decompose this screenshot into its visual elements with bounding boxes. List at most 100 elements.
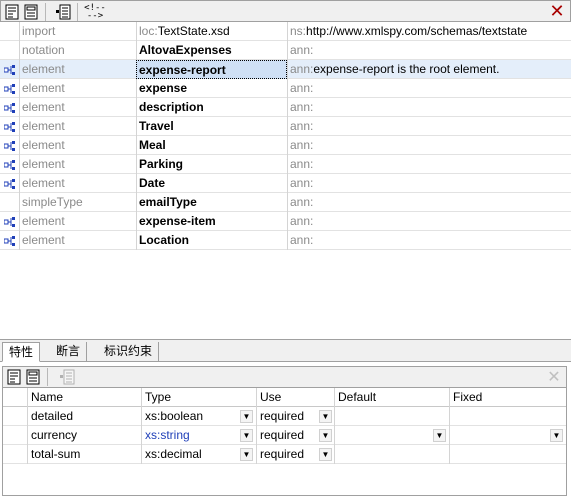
component-name-cell[interactable]: description — [136, 98, 287, 117]
dropdown-arrow-icon[interactable]: ▼ — [433, 429, 446, 442]
grid-row[interactable]: element expense-item ann: — [0, 212, 571, 231]
component-name: expense-report — [139, 63, 226, 77]
dropdown-arrow-icon[interactable]: ▼ — [550, 429, 563, 442]
element-icon — [0, 231, 19, 250]
close-icon[interactable]: ✕ — [548, 2, 566, 22]
attribute-name-cell[interactable]: detailed — [27, 407, 141, 426]
grid-row[interactable]: element expense ann: — [0, 79, 571, 98]
attribute-type-cell[interactable]: xs:string ▼ — [141, 426, 256, 445]
annotation-cell[interactable]: ann: — [287, 193, 571, 212]
column-header[interactable]: Fixed — [449, 388, 568, 407]
dropdown-arrow-icon[interactable]: ▼ — [240, 410, 253, 423]
annotation-value: http://www.xmlspy.com/schemas/textstate — [306, 24, 528, 38]
grid-row[interactable]: element description ann: — [0, 98, 571, 117]
component-name-cell[interactable]: Travel — [136, 117, 287, 136]
attribute-name-cell[interactable]: currency — [27, 426, 141, 445]
row-marker — [3, 407, 27, 426]
annotation-cell[interactable]: ann: — [287, 41, 571, 60]
dropdown-arrow-icon[interactable]: ▼ — [240, 429, 253, 442]
component-name-cell[interactable]: loc:TextState.xsd — [136, 22, 287, 41]
attribute-row[interactable]: total-sum xs:decimal ▼ required ▼ — [3, 445, 566, 464]
element-icon — [0, 79, 19, 98]
grid-row[interactable]: simpleType emailType ann: — [0, 193, 571, 212]
annotation-cell[interactable]: ann: — [287, 136, 571, 155]
grid-row[interactable]: import loc:TextState.xsd ns:http://www.xml… — [0, 22, 571, 41]
element-icon — [0, 117, 19, 136]
dropdown-arrow-icon[interactable]: ▼ — [319, 429, 332, 442]
grid-row[interactable]: element Date ann: — [0, 174, 571, 193]
dropdown-arrow-icon[interactable]: ▼ — [319, 410, 332, 423]
tab-1[interactable]: 断言 — [50, 342, 88, 362]
component-kind: element — [19, 174, 136, 193]
attribute-use-cell[interactable]: required ▼ — [256, 445, 334, 464]
component-name-cell[interactable]: expense-item — [136, 212, 287, 231]
attribute-default-cell[interactable]: ▼ — [334, 426, 449, 445]
grid-row[interactable]: notation AltovaExpenses ann: — [0, 41, 571, 60]
attribute-row[interactable]: detailed xs:boolean ▼ required ▼ — [3, 407, 566, 426]
attribute-fixed-cell[interactable] — [449, 445, 568, 464]
dropdown-arrow-icon[interactable]: ▼ — [319, 448, 332, 461]
attribute-row[interactable]: currency xs:string ▼ required ▼ ▼ ▼ — [3, 426, 566, 445]
annotation-cell[interactable]: ns:http://www.xmlspy.com/schemas/textsta… — [287, 22, 571, 41]
comment-icon[interactable]: <!-- --> — [84, 3, 106, 21]
grid-row[interactable]: element Travel ann: — [0, 117, 571, 136]
grid-row[interactable]: element expense-report ann:expense-report … — [0, 60, 571, 79]
attribute-fixed-cell[interactable] — [449, 407, 568, 426]
annotation-prefix: ns: — [290, 24, 307, 38]
annotation-cell[interactable]: ann: — [287, 98, 571, 117]
annotation-cell[interactable]: ann: — [287, 79, 571, 98]
attribute-fixed-cell[interactable]: ▼ — [449, 426, 568, 445]
attribute-default-cell[interactable] — [334, 407, 449, 426]
tab-2[interactable]: 标识约束 — [98, 342, 160, 362]
row-icon-cell — [0, 193, 19, 212]
column-header[interactable]: Use — [256, 388, 334, 407]
insert-attribute-icon[interactable] — [24, 368, 42, 386]
append-attribute-icon[interactable] — [5, 368, 23, 386]
row-icon-cell — [0, 41, 19, 60]
annotation-cell[interactable]: ann: — [287, 212, 571, 231]
attribute-name: currency — [31, 428, 78, 442]
attribute-use-cell[interactable]: required ▼ — [256, 407, 334, 426]
element-icon — [0, 60, 19, 79]
annotation-cell[interactable]: ann: — [287, 117, 571, 136]
append-row-icon[interactable] — [3, 3, 21, 21]
attribute-type: xs:decimal — [145, 447, 202, 461]
grid-row[interactable]: element Parking ann: — [0, 155, 571, 174]
component-name-cell[interactable]: Parking — [136, 155, 287, 174]
column-header[interactable]: Default — [334, 388, 449, 407]
add-child-attribute-icon[interactable] — [58, 368, 76, 386]
annotation-cell[interactable]: ann:expense-report is the root element. — [287, 60, 571, 79]
attribute-type-cell[interactable]: xs:decimal ▼ — [141, 445, 256, 464]
attribute-type: xs:boolean — [145, 409, 204, 423]
dropdown-arrow-icon[interactable]: ▼ — [240, 448, 253, 461]
component-kind: element — [19, 60, 136, 79]
annotation-prefix: ann: — [290, 43, 314, 57]
header-spacer — [3, 388, 27, 407]
component-name-cell[interactable]: AltovaExpenses — [136, 41, 287, 60]
annotation-cell[interactable]: ann: — [287, 155, 571, 174]
annotation-cell[interactable]: ann: — [287, 231, 571, 250]
insert-row-icon[interactable] — [22, 3, 40, 21]
component-name-cell[interactable]: expense-report — [136, 60, 287, 79]
attribute-default-cell[interactable] — [334, 445, 449, 464]
attribute-use: required — [260, 447, 305, 461]
component-kind: element — [19, 79, 136, 98]
annotation-value: expense-report is the root element. — [313, 62, 500, 76]
tab-0[interactable]: 特性 — [2, 342, 41, 362]
component-name-cell[interactable]: Location — [136, 231, 287, 250]
attribute-use-cell[interactable]: required ▼ — [256, 426, 334, 445]
column-header[interactable]: Type — [141, 388, 256, 407]
component-name-cell[interactable]: emailType — [136, 193, 287, 212]
component-name-cell[interactable]: Date — [136, 174, 287, 193]
remove-attribute-icon[interactable]: ✕ — [545, 367, 563, 387]
grid-row[interactable]: element Meal ann: — [0, 136, 571, 155]
attribute-type-cell[interactable]: xs:boolean ▼ — [141, 407, 256, 426]
column-header[interactable]: Name — [27, 388, 141, 407]
add-child-icon[interactable] — [54, 3, 72, 21]
annotation-cell[interactable]: ann: — [287, 174, 571, 193]
attribute-name-cell[interactable]: total-sum — [27, 445, 141, 464]
component-name-cell[interactable]: expense — [136, 79, 287, 98]
grid-row[interactable]: element Location ann: — [0, 231, 571, 250]
component-kind: element — [19, 136, 136, 155]
component-name-cell[interactable]: Meal — [136, 136, 287, 155]
